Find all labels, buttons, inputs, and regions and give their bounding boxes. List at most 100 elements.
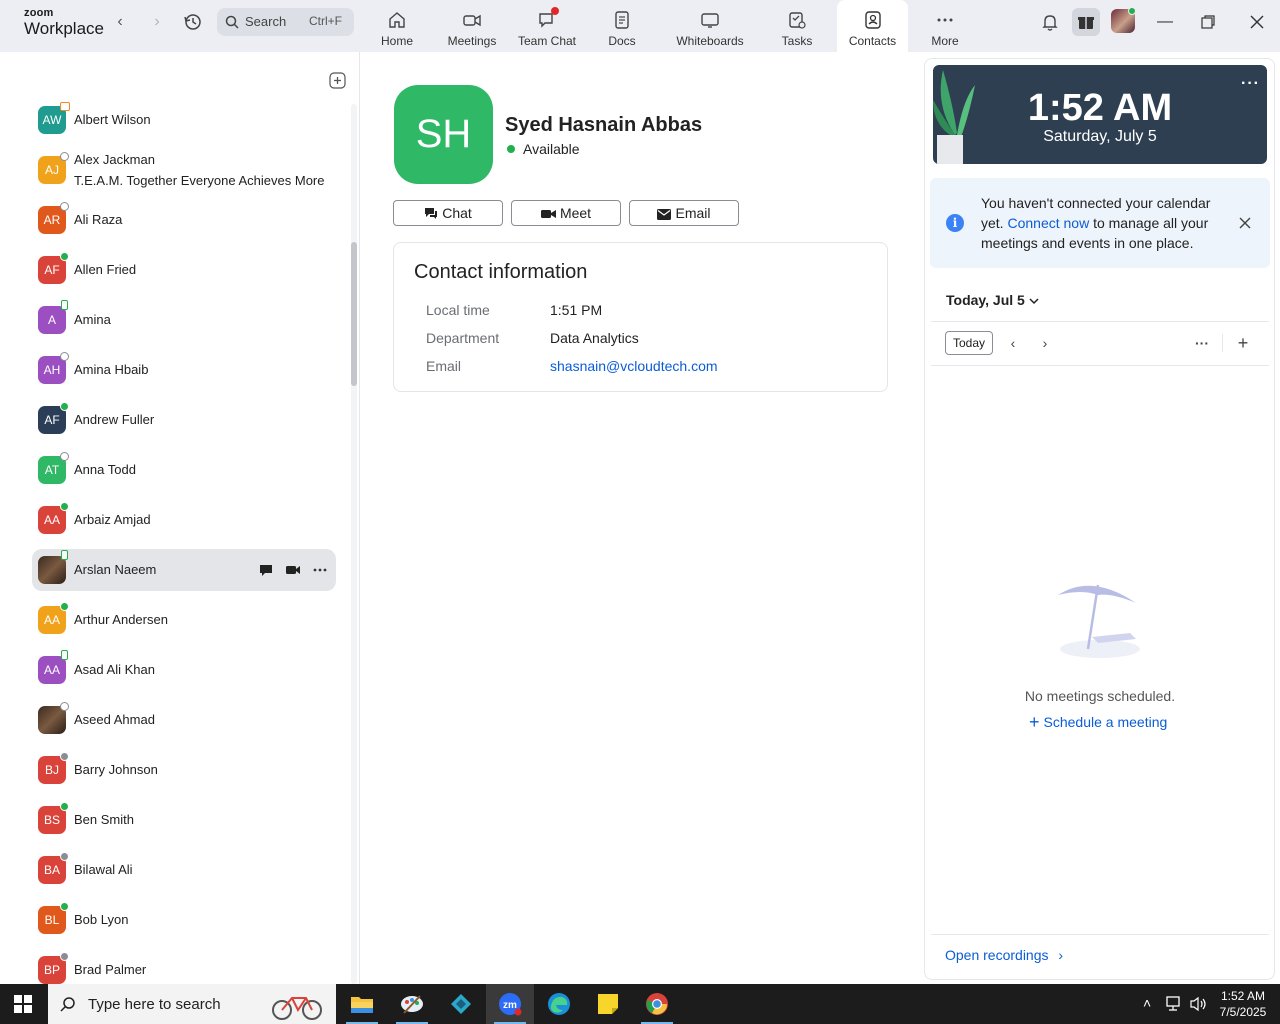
tray-chevron-up-icon[interactable]: ˄ [1143,995,1151,1011]
bell-icon[interactable] [1040,12,1060,32]
search-box[interactable]: Search Ctrl+F [217,8,354,36]
whats-new-button[interactable] [1072,8,1100,36]
presence-indicator [61,650,68,660]
chat-button[interactable]: Chat [393,200,503,226]
contact-row[interactable]: A Amina [32,299,336,341]
mail-icon [657,209,672,220]
doc-icon [615,11,629,29]
contact-row[interactable]: AJ Alex Jackman T.E.A.M. Together Everyone… [32,149,336,191]
contact-name: Amina Hbaib [74,362,149,377]
open-recordings-link[interactable]: Open recordings › [945,947,1063,963]
add-contact-icon[interactable] [329,72,346,89]
contact-row[interactable]: AF Allen Fried [32,249,336,291]
today-button[interactable]: Today [945,331,993,355]
contact-row[interactable]: AR Ali Raza [32,199,336,241]
contact-row[interactable]: BA Bilawal Ali [32,849,336,891]
next-day-icon[interactable]: › [1036,334,1054,352]
scrollbar-track[interactable] [351,104,357,984]
tab-tasks[interactable]: Tasks [777,0,817,52]
forward-arrow-icon[interactable]: › [147,12,167,32]
contact-row[interactable]: Aseed Ahmad [32,699,336,741]
contact-row[interactable]: AH Amina Hbaib [32,349,336,391]
contact-row[interactable]: BL Bob Lyon [32,899,336,941]
contact-name: Allen Fried [74,262,137,277]
taskbar-app-paint[interactable] [388,984,436,1024]
field-label-local-time: Local time [426,302,490,318]
calendar-more-icon[interactable]: ··· [1193,334,1211,352]
close-icon[interactable] [1249,14,1265,30]
tab-meetings[interactable]: Meetings [442,0,502,52]
tab-docs[interactable]: Docs [602,0,642,52]
tab-team-chat[interactable]: Team Chat [515,0,579,52]
day-selector[interactable]: Today, Jul 5 [946,292,1039,308]
row-more-icon[interactable] [312,562,328,578]
row-video-icon[interactable] [285,562,301,578]
scrollbar-thumb[interactable] [351,242,357,386]
history-icon[interactable] [182,11,204,33]
minimize-icon[interactable]: — [1153,10,1177,34]
field-value-local-time: 1:51 PM [550,302,603,318]
profile-status: Available [507,141,580,157]
add-event-icon[interactable]: + [1234,334,1252,352]
contact-row[interactable]: AA Arbaiz Amjad [32,499,336,541]
tab-label: Contacts [848,34,897,48]
folder-icon [351,997,373,1013]
taskbar-app-diamond[interactable] [437,984,485,1024]
network-icon[interactable] [1166,996,1184,1012]
diamond-app-icon [451,994,471,1014]
tab-contacts[interactable]: Contacts [837,0,908,52]
contact-name: Ali Raza [74,212,123,227]
contact-name: Bilawal Ali [74,862,133,877]
profile-avatar: SH [394,85,493,184]
contact-row[interactable]: BS Ben Smith [32,799,336,841]
contact-row[interactable]: AA Arthur Andersen [32,599,336,641]
clock-more-icon[interactable]: ··· [1241,75,1260,93]
windows-start-icon[interactable] [14,995,32,1013]
contact-row[interactable]: BJ Barry Johnson [32,749,336,791]
tab-label: Docs [608,34,636,48]
contact-row[interactable]: AW Albert Wilson [32,99,336,141]
presence-indicator [60,252,69,261]
taskbar-zoom[interactable]: zm [486,984,534,1024]
contact-name: Asad Ali Khan [74,662,155,677]
close-icon[interactable] [1237,215,1253,231]
speaker-icon[interactable] [1190,996,1208,1012]
contact-row[interactable]: AA Asad Ali Khan [32,649,336,691]
taskbar-clock[interactable]: 1:52 AM 7/5/2025 [1210,988,1276,1020]
tab-more[interactable]: More [925,0,965,52]
contact-row[interactable]: AT Anna Todd [32,449,336,491]
row-chat-icon[interactable] [258,562,274,578]
email-button[interactable]: Email [629,200,739,226]
contact-row[interactable]: BP Brad Palmer [32,949,336,984]
presence-indicator [60,402,69,411]
video-icon [463,14,481,27]
connect-now-link[interactable]: Connect now [1007,215,1089,231]
taskbar-sticky-notes[interactable] [584,984,632,1024]
video-icon [540,210,556,218]
schedule-meeting-link[interactable]: + Schedule a meeting [1029,712,1167,733]
home-icon [389,12,405,28]
app-logo: zoom Workplace [24,8,104,38]
contact-row[interactable]: AF Andrew Fuller [32,399,336,441]
contact-name: Arbaiz Amjad [74,512,151,527]
taskbar-file-explorer[interactable] [338,984,386,1024]
presence-indicator [60,152,69,161]
back-arrow-icon[interactable]: ‹ [110,12,130,32]
prev-day-icon[interactable]: ‹ [1004,334,1022,352]
contact-name: Aseed Ahmad [74,712,155,727]
paint-icon [401,995,423,1014]
presence-indicator [60,702,69,711]
schedule-meeting-label: Schedule a meeting [1043,714,1168,730]
whiteboard-icon [701,13,719,28]
taskbar-chrome[interactable] [633,984,681,1024]
taskbar-search[interactable]: Type here to search [48,984,336,1024]
contact-name: Arthur Andersen [74,612,168,627]
tab-home[interactable]: Home [372,0,422,52]
tab-whiteboards[interactable]: Whiteboards [670,0,750,52]
email-link[interactable]: shasnain@vcloudtech.com [550,358,718,374]
restore-icon[interactable] [1200,14,1216,30]
taskbar-edge[interactable] [535,984,583,1024]
search-icon [60,997,75,1012]
meet-button[interactable]: Meet [511,200,621,226]
contact-row[interactable]: Arslan Naeem [32,549,336,591]
